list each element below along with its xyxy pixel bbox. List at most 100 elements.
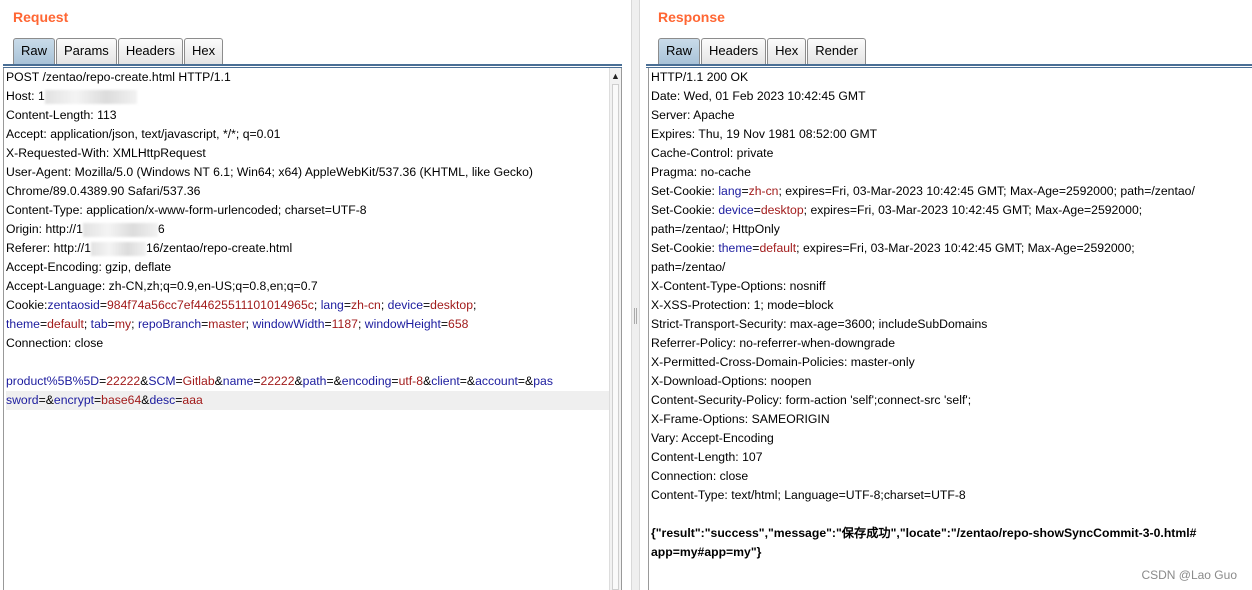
request-line: sword=&encrypt=base64&desc=aaa xyxy=(6,391,609,410)
param-name: desc xyxy=(149,393,176,407)
param-value: zh-cn xyxy=(350,298,381,312)
line-text: =& xyxy=(459,374,476,388)
splitter-grip[interactable] xyxy=(634,308,637,324)
param-name: tab xyxy=(90,317,108,331)
param-value: master xyxy=(208,317,246,331)
line-text: path=/zentao/; HttpOnly xyxy=(651,222,780,236)
response-line: Server: Apache xyxy=(651,106,1248,125)
response-line: {"result":"success","message":"保存成功","lo… xyxy=(651,524,1248,543)
line-text: = xyxy=(741,184,749,198)
request-line: Accept-Encoding: gzip, deflate xyxy=(6,258,609,277)
response-line: Vary: Accept-Encoding xyxy=(651,429,1248,448)
line-text: Vary: Accept-Encoding xyxy=(651,431,774,445)
response-line: HTTP/1.1 200 OK xyxy=(651,68,1248,87)
line-text: Pragma: no-cache xyxy=(651,165,751,179)
watermark: CSDN @Lao Guo xyxy=(1141,568,1237,582)
request-line: Cookie:zentaosid=984f74a56cc7ef446255111… xyxy=(6,296,609,315)
line-text: = xyxy=(324,317,332,331)
request-tab-hex[interactable]: Hex xyxy=(183,38,224,64)
param-value: 984f74a56cc7ef44625511101014965c xyxy=(106,298,314,312)
response-line: Strict-Transport-Security: max-age=3600;… xyxy=(651,315,1248,334)
line-text: Accept: application/json, text/javascrip… xyxy=(6,127,281,141)
request-editor[interactable]: POST /zentao/repo-create.html HTTP/1.1 Ho… xyxy=(3,68,609,590)
line-text: =& xyxy=(326,374,342,388)
triangle-up-icon[interactable]: ▲ xyxy=(610,70,621,82)
line-text: ; xyxy=(83,317,91,331)
line-text: & xyxy=(423,374,432,388)
param-value: aaa xyxy=(182,393,203,407)
line-text: Strict-Transport-Security: max-age=3600;… xyxy=(651,317,988,331)
param-name: encoding xyxy=(341,374,392,388)
line-text: POST /zentao/repo-create.html HTTP/1.1 xyxy=(6,70,231,84)
request-line: Content-Length: 113 xyxy=(6,106,609,125)
response-line: path=/zentao/; HttpOnly xyxy=(651,220,1248,239)
line-text: app=my#app=my"} xyxy=(651,545,762,559)
line-text: Content-Type: text/html; Language=UTF-8;… xyxy=(651,488,966,502)
request-line: Origin: http://1 6 xyxy=(6,220,609,239)
param-name: windowHeight xyxy=(364,317,441,331)
response-title: Response xyxy=(658,9,725,25)
request-scrollbar-thumb[interactable] xyxy=(612,84,619,590)
response-line xyxy=(651,505,1248,524)
line-text: Set-Cookie: xyxy=(651,241,719,255)
param-value: zh-cn xyxy=(748,184,779,198)
response-line: Set-Cookie: theme=default; expires=Fri, … xyxy=(651,239,1248,258)
line-text: =& xyxy=(517,374,534,388)
line-text: Accept-Encoding: gzip, deflate xyxy=(6,260,172,274)
line-text: = xyxy=(391,374,399,388)
param-value: default xyxy=(759,241,797,255)
response-tab-render[interactable]: Render xyxy=(807,38,866,64)
response-line: X-Frame-Options: SAMEORIGIN xyxy=(651,410,1248,429)
response-line: X-Download-Options: noopen xyxy=(651,372,1248,391)
response-tab-raw[interactable]: Raw xyxy=(658,38,701,64)
line-text: Set-Cookie: xyxy=(651,203,719,217)
param-name: device xyxy=(387,298,424,312)
request-tab-params[interactable]: Params xyxy=(56,38,117,64)
line-text: Cache-Control: private xyxy=(651,146,774,160)
request-scrollbar[interactable]: ▲ xyxy=(609,68,622,590)
param-name: zentaosid xyxy=(47,298,100,312)
param-value: 658 xyxy=(448,317,469,331)
param-name: sword xyxy=(6,393,39,407)
param-name: repoBranch xyxy=(137,317,202,331)
line-text: Origin: http://1 xyxy=(6,222,83,236)
response-tab-headers[interactable]: Headers xyxy=(701,38,767,64)
param-value: 22222 xyxy=(106,374,141,388)
request-line xyxy=(6,353,609,372)
pane-splitter[interactable] xyxy=(631,0,640,590)
request-tab-headers[interactable]: Headers xyxy=(117,38,183,64)
response-line: Content-Type: text/html; Language=UTF-8;… xyxy=(651,486,1248,505)
param-name: theme xyxy=(6,317,40,331)
param-name: lang xyxy=(718,184,742,198)
line-text: ; xyxy=(313,298,321,312)
response-line: Expires: Thu, 19 Nov 1981 08:52:00 GMT xyxy=(651,125,1248,144)
response-line: path=/zentao/ xyxy=(651,258,1248,277)
request-tab-raw[interactable]: Raw xyxy=(13,38,56,64)
response-line: X-Permitted-Cross-Domain-Policies: maste… xyxy=(651,353,1248,372)
response-tab-hex[interactable]: Hex xyxy=(767,38,807,64)
request-lines: POST /zentao/repo-create.html HTTP/1.1 Ho… xyxy=(6,68,609,410)
request-line: Content-Type: application/x-www-form-url… xyxy=(6,201,609,220)
response-line: Set-Cookie: device=desktop; expires=Fri,… xyxy=(651,201,1248,220)
response-pane: Response Raw Headers Hex Render HTTP/1.1 20… xyxy=(640,0,1252,590)
request-line: Accept-Language: zh-CN,zh;q=0.9,en-US;q=… xyxy=(6,277,609,296)
param-name: SCM xyxy=(148,374,176,388)
line-text: ; xyxy=(357,317,365,331)
response-line: Date: Wed, 01 Feb 2023 10:42:45 GMT xyxy=(651,87,1248,106)
line-text: Date: Wed, 01 Feb 2023 10:42:45 GMT xyxy=(651,89,866,103)
response-line: Set-Cookie: lang=zh-cn; expires=Fri, 03-… xyxy=(651,182,1248,201)
line-text: ; expires=Fri, 03-Mar-2023 10:42:45 GMT;… xyxy=(803,203,1143,217)
line-text: = xyxy=(440,317,449,331)
line-text: ; expires=Fri, 03-Mar-2023 10:42:45 GMT;… xyxy=(778,184,1195,198)
param-value: default xyxy=(47,317,84,331)
request-line: Chrome/89.0.4389.90 Safari/537.36 xyxy=(6,182,609,201)
param-name: device xyxy=(718,203,754,217)
param-value: 22222 xyxy=(260,374,295,388)
response-editor[interactable]: HTTP/1.1 200 OK Date: Wed, 01 Feb 2023 10… xyxy=(648,68,1248,590)
response-tabs: Raw Headers Hex Render xyxy=(658,38,867,64)
param-value: desktop xyxy=(430,298,473,312)
line-text: HTTP/1.1 200 OK xyxy=(651,70,749,84)
line-text: Content-Length: 113 xyxy=(6,108,117,122)
line-text: User-Agent: Mozilla/5.0 (Windows NT 6.1;… xyxy=(6,165,533,179)
request-line: POST /zentao/repo-create.html HTTP/1.1 xyxy=(6,68,609,87)
